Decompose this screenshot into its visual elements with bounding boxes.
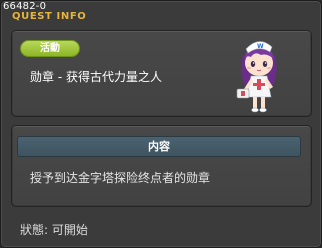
quest-name: 勋章 - 获得古代力量之人 bbox=[30, 70, 162, 84]
content-section-header: 内容 bbox=[17, 136, 301, 157]
nurse-girl-npc-icon: W bbox=[236, 41, 277, 113]
quest-info-window: 66482-0 QUEST INFO 活動 勋章 - 获得古代力量之人 W 内容… bbox=[0, 0, 322, 248]
quest-description: 授予到达金字塔探险终点者的勋章 bbox=[30, 171, 211, 185]
window-title: QUEST INFO bbox=[12, 11, 87, 22]
quest-category-badge: 活動 bbox=[20, 40, 80, 57]
svg-text:W: W bbox=[257, 43, 264, 50]
quest-status: 狀態: 可開始 bbox=[20, 223, 88, 237]
